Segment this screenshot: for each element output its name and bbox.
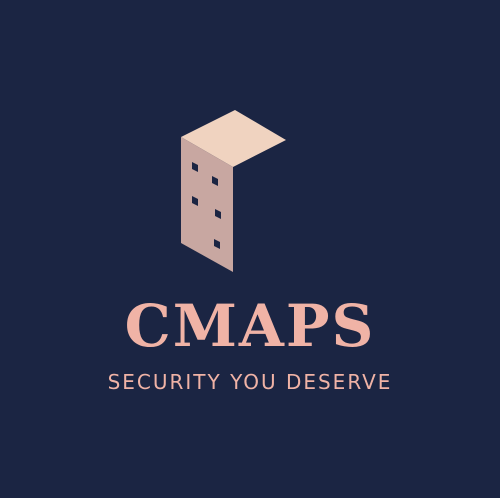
- brand-tagline: SECURITY YOU DESERVE: [107, 370, 393, 394]
- brand-name: CMAPS: [124, 292, 376, 360]
- isometric-building-icon: [181, 110, 286, 272]
- logo-canvas: CMAPS SECURITY YOU DESERVE: [0, 0, 500, 498]
